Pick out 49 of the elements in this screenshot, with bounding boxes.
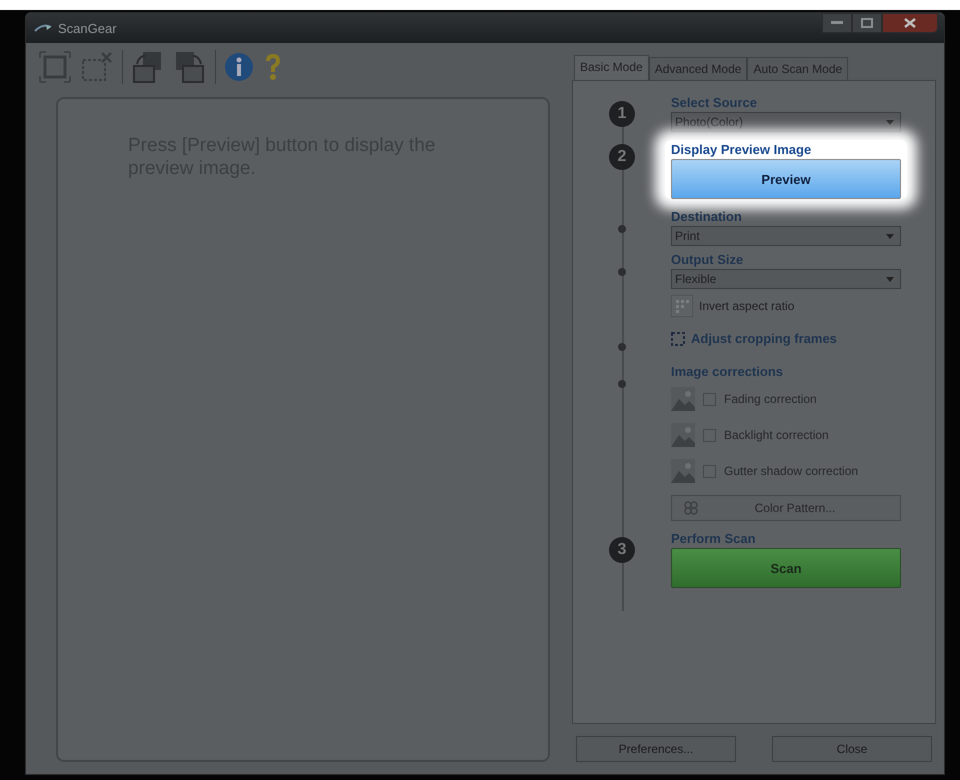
mode-tab[interactable]: Auto Scan Mode	[747, 57, 848, 80]
minimize-icon	[831, 21, 843, 25]
caret-icon	[886, 234, 894, 238]
dropdown[interactable]: Print	[671, 226, 901, 246]
step-number: 2	[609, 144, 635, 170]
minimize-button[interactable]	[822, 13, 852, 33]
close-button[interactable]	[882, 13, 938, 33]
dialog-button[interactable]: Close	[772, 736, 932, 762]
step-dot	[618, 225, 626, 233]
adjust-cropping-link[interactable]: Adjust cropping frames	[691, 331, 837, 346]
dropdown[interactable]: Flexible	[671, 269, 901, 289]
photo-thumbnail-icon	[671, 423, 695, 447]
step-number: 3	[609, 537, 635, 563]
maximize-icon	[861, 18, 873, 28]
step-number: 1	[609, 101, 635, 127]
window-title: ScanGear	[58, 20, 117, 36]
step-title: Select Source	[671, 94, 758, 112]
preview-button[interactable]: Preview	[671, 159, 901, 199]
step-dot	[618, 343, 626, 351]
grid-icon[interactable]	[671, 295, 693, 317]
photo-thumbnail-icon	[671, 387, 695, 411]
scanner-icon	[34, 22, 52, 34]
close-icon	[904, 18, 916, 28]
step-dot	[618, 380, 626, 388]
dialog-button[interactable]: Preferences...	[576, 736, 736, 762]
pattern-icon	[682, 499, 700, 517]
step-title: Output Size	[671, 251, 744, 269]
step-dot	[618, 268, 626, 276]
dropdown[interactable]: Photo(Color)	[671, 112, 901, 132]
scan-button[interactable]: Scan	[671, 548, 901, 588]
checkbox-label: Gutter shadow correction	[724, 464, 858, 478]
caret-icon	[886, 120, 894, 124]
checkbox-label: Fading correction	[724, 392, 817, 406]
photo-thumbnail-icon	[671, 459, 695, 483]
maximize-button[interactable]	[852, 13, 882, 33]
crop-frame-icon	[671, 332, 685, 346]
crop-icon[interactable]	[38, 50, 72, 84]
mode-tab[interactable]: Advanced Mode	[648, 57, 748, 80]
checkbox-label: Backlight correction	[724, 428, 829, 442]
caret-icon	[886, 276, 894, 282]
step-title: Display Preview Image	[671, 141, 812, 159]
mode-tab[interactable]: Basic Mode	[574, 55, 649, 80]
option-label: Invert aspect ratio	[699, 299, 794, 313]
info-icon[interactable]	[224, 52, 254, 82]
step-title: Destination	[671, 208, 743, 226]
step-title: Image corrections	[671, 363, 784, 381]
step-title: Perform Scan	[671, 530, 757, 548]
clear-frame-icon[interactable]	[80, 50, 114, 84]
rotate-right-icon[interactable]	[173, 50, 207, 84]
